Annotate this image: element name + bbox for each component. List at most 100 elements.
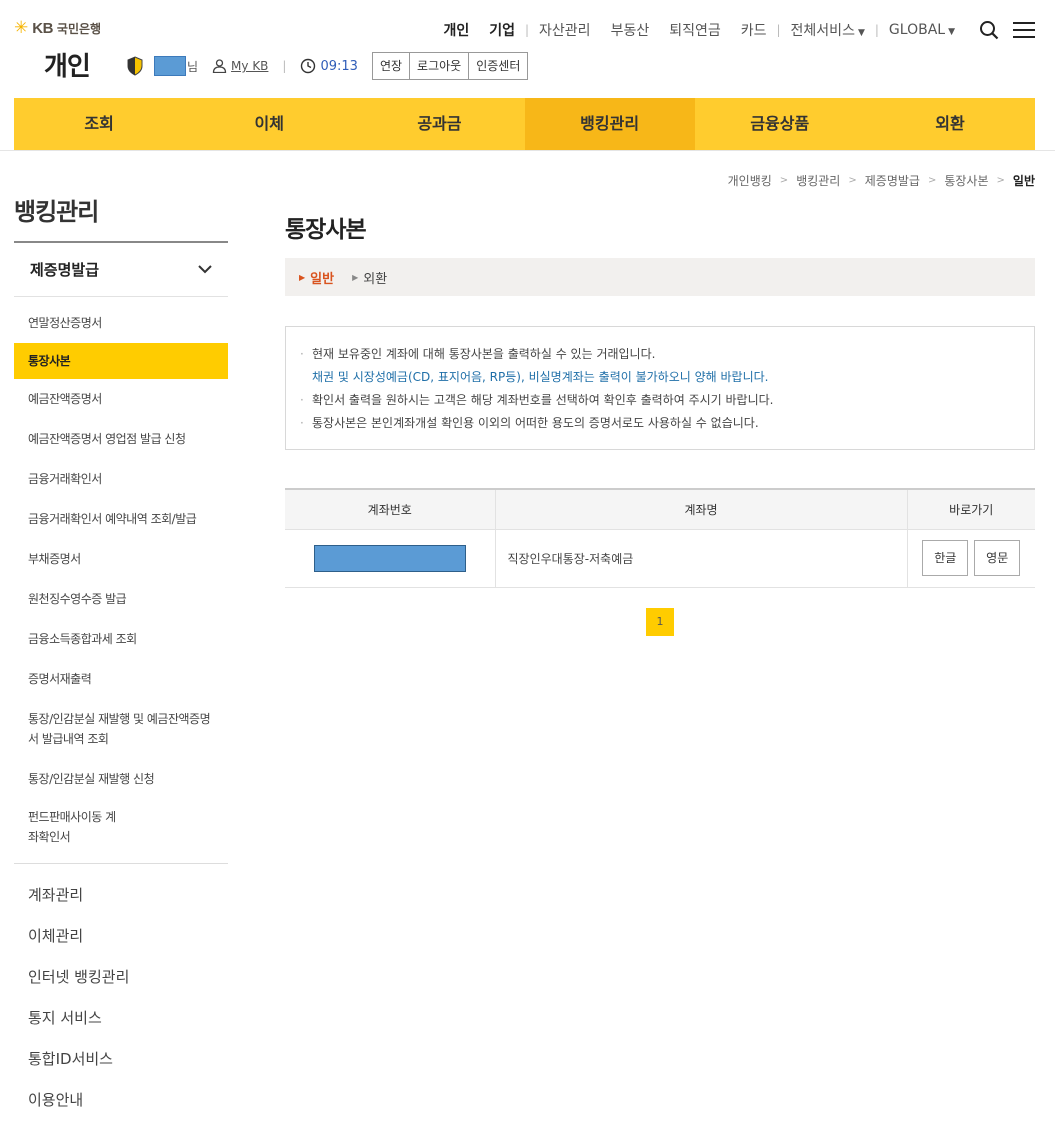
topnav-corporate[interactable]: 기업 [489, 20, 515, 40]
bullet-icon: · [300, 393, 304, 407]
topnav-global[interactable]: GLOBAL ▼ [889, 22, 955, 38]
global-label: GLOBAL [888, 22, 946, 38]
breadcrumb-current: 일반 [1012, 174, 1035, 188]
lnb-sub-item[interactable]: 증명서재출력 [14, 659, 228, 699]
cert-center-button[interactable]: 인증센터 [469, 53, 528, 79]
user-bar: 님 My KB | 09:13 연장 로그아웃 인증센터 [126, 52, 529, 80]
logout-button[interactable]: 로그아웃 [410, 53, 470, 79]
tab-label: 일반 [310, 271, 335, 287]
caret-down-icon: ▼ [948, 27, 955, 37]
tab-bar: ▶ 일반 ▶ 외환 [285, 258, 1035, 296]
gnb-banking-mgmt[interactable]: 뱅킹관리 [524, 98, 695, 150]
lnb-sub-item[interactable]: 금융거래확인서 예약내역 조회/발급 [14, 499, 228, 539]
account-number-cell [285, 529, 495, 588]
table-row: 직장인우대통장-저축예금 한글 영문 [285, 529, 1035, 588]
user-suffix: 님 [187, 59, 199, 74]
allservices-label: 전체서비스 [790, 23, 855, 39]
lnb-sub-item[interactable]: 통장/인감분실 재발행 및 예금잔액증명서 발급내역 조회 [14, 699, 228, 759]
notice-box: · 현재 보유중인 계좌에 대해 통장사본을 출력하실 수 있는 거래입니다. … [285, 326, 1035, 450]
extend-session-button[interactable]: 연장 [372, 53, 411, 79]
gnb-transfer[interactable]: 이체 [184, 98, 354, 150]
lnb-main-item[interactable]: 이용안내 [14, 1079, 228, 1120]
divider: | [776, 23, 781, 37]
topnav-realestate[interactable]: 부동산 [611, 20, 650, 40]
lnb-sub-item[interactable]: 예금잔액증명서 영업점 발급 신청 [14, 419, 228, 459]
notice-item: · 현재 보유중인 계좌에 대해 통장사본을 출력하실 수 있는 거래입니다. [300, 343, 1020, 366]
lnb-main-item[interactable]: 통지 서비스 [14, 997, 228, 1038]
lnb-sub-item[interactable]: 원천징수영수증 발급 [14, 579, 228, 619]
lnb-main-item[interactable]: 통합ID서비스 [14, 1038, 228, 1079]
top-navigation: 개인 기업 | 자산관리 부동산 퇴직연금 카드 | 전체서비스 ▼ | GLOB… [433, 18, 1035, 42]
main-content: 통장사본 ▶ 일반 ▶ 외환 · 현재 보유중인 계좌에 대해 통장사본을 출력… [285, 210, 1035, 636]
topnav-allservices[interactable]: 전체서비스 ▼ [791, 20, 865, 40]
lnb-section-label: 제증명발급 [30, 261, 100, 279]
lnb-section-toggle[interactable]: 제증명발급 [14, 243, 228, 297]
triangle-right-icon: ▶ [352, 272, 359, 282]
lnb-main-item[interactable]: 인터넷 뱅킹관리 [14, 956, 228, 997]
side-navigation: 제증명발급 연말정산증명서 통장사본 예금잔액증명서 예금잔액증명서 영업점 발… [14, 241, 228, 1120]
bullet-icon: · [300, 416, 304, 430]
menu-icon[interactable] [1013, 21, 1035, 39]
search-icon[interactable] [979, 20, 999, 40]
col-account-name: 계좌명 [494, 489, 907, 530]
page-number-current[interactable]: 1 [646, 607, 674, 636]
divider: | [524, 23, 530, 37]
breadcrumb-item[interactable]: 제증명발급 [865, 172, 920, 189]
gnb-forex[interactable]: 외환 [865, 98, 1035, 150]
english-copy-button[interactable]: 영문 [974, 540, 1021, 576]
topnav-pension[interactable]: 퇴직연금 [669, 20, 721, 40]
lnb-sub-item[interactable]: 펀드판매사이동 계좌확인서 [14, 799, 134, 855]
breadcrumb-item[interactable]: 뱅킹관리 [796, 172, 840, 189]
divider: | [874, 23, 879, 37]
kb-star-icon: ✳ [14, 18, 29, 38]
lnb-sub-item[interactable]: 연말정산증명서 [14, 303, 228, 343]
topnav-card[interactable]: 카드 [741, 20, 767, 40]
chevron-right-icon: > [996, 175, 1005, 186]
divider: | [282, 59, 287, 73]
masked-account-number [313, 544, 466, 572]
breadcrumb: 개인뱅킹 > 뱅킹관리 > 제증명발급 > 통장사본 > 일반 [728, 172, 1035, 189]
main-navigation: 조회 이체 공과금 뱅킹관리 금융상품 외환 [14, 98, 1035, 150]
gnb-utility[interactable]: 공과금 [354, 98, 524, 150]
lnb-title: 뱅킹관리 [14, 198, 99, 226]
lnb-sub-item[interactable]: 예금잔액증명서 [14, 379, 228, 419]
gnb-products[interactable]: 금융상품 [695, 98, 865, 150]
logo-kb-text: KB [32, 20, 53, 37]
account-name-cell: 직장인우대통장-저축예금 [494, 529, 907, 588]
lnb-submenu: 연말정산증명서 통장사본 예금잔액증명서 예금잔액증명서 영업점 발급 신청 금… [14, 297, 228, 864]
col-shortcut: 바로가기 [906, 489, 1035, 530]
lnb-sub-item[interactable]: 금융거래확인서 [14, 459, 228, 499]
lnb-sub-item[interactable]: 금융소득종합과세 조회 [14, 619, 228, 659]
tab-general[interactable]: ▶ 일반 [299, 268, 334, 287]
chevron-right-icon: > [848, 175, 857, 186]
notice-text: 확인서 출력을 원하시는 고객은 해당 계좌번호를 선택하여 확인후 출력하여 … [312, 393, 774, 407]
breadcrumb-item[interactable]: 통장사본 [944, 172, 988, 189]
lnb-sub-item-active[interactable]: 통장사본 [14, 343, 228, 379]
mykb-link[interactable]: My KB [212, 59, 268, 73]
user-icon [212, 59, 227, 73]
lnb-sub-item[interactable]: 통장/인감분실 재발행 신청 [14, 759, 228, 799]
chevron-down-icon [198, 265, 212, 274]
chevron-right-icon: > [927, 175, 937, 186]
gnb-inquiry[interactable]: 조회 [14, 98, 184, 150]
topnav-personal[interactable]: 개인 [443, 20, 469, 40]
breadcrumb-item[interactable]: 개인뱅킹 [728, 172, 772, 189]
table-header-row: 계좌번호 계좌명 바로가기 [285, 489, 1035, 530]
notice-item: · 통장사본은 본인계좌개설 확인용 이외의 어떠한 용도의 증명서로도 사용하… [300, 412, 1020, 435]
session-buttons: 연장 로그아웃 인증센터 [371, 52, 529, 80]
tab-forex[interactable]: ▶ 외환 [352, 268, 387, 287]
triangle-right-icon: ▶ [299, 272, 306, 282]
header-divider [0, 150, 1055, 151]
clock-icon [301, 58, 316, 74]
tab-label: 외환 [363, 271, 388, 287]
kb-logo[interactable]: ✳ KB 국민은행 [14, 18, 101, 38]
session-timer: 09:13 [300, 58, 358, 74]
chevron-right-icon: > [779, 175, 789, 186]
shortcut-cell: 한글 영문 [906, 529, 1035, 588]
security-shield-icon [127, 56, 143, 76]
topnav-asset[interactable]: 자산관리 [539, 20, 591, 40]
lnb-main-item[interactable]: 계좌관리 [14, 874, 228, 915]
lnb-main-item[interactable]: 이체관리 [14, 915, 228, 956]
korean-copy-button[interactable]: 한글 [922, 540, 969, 576]
lnb-sub-item[interactable]: 부채증명서 [14, 539, 228, 579]
